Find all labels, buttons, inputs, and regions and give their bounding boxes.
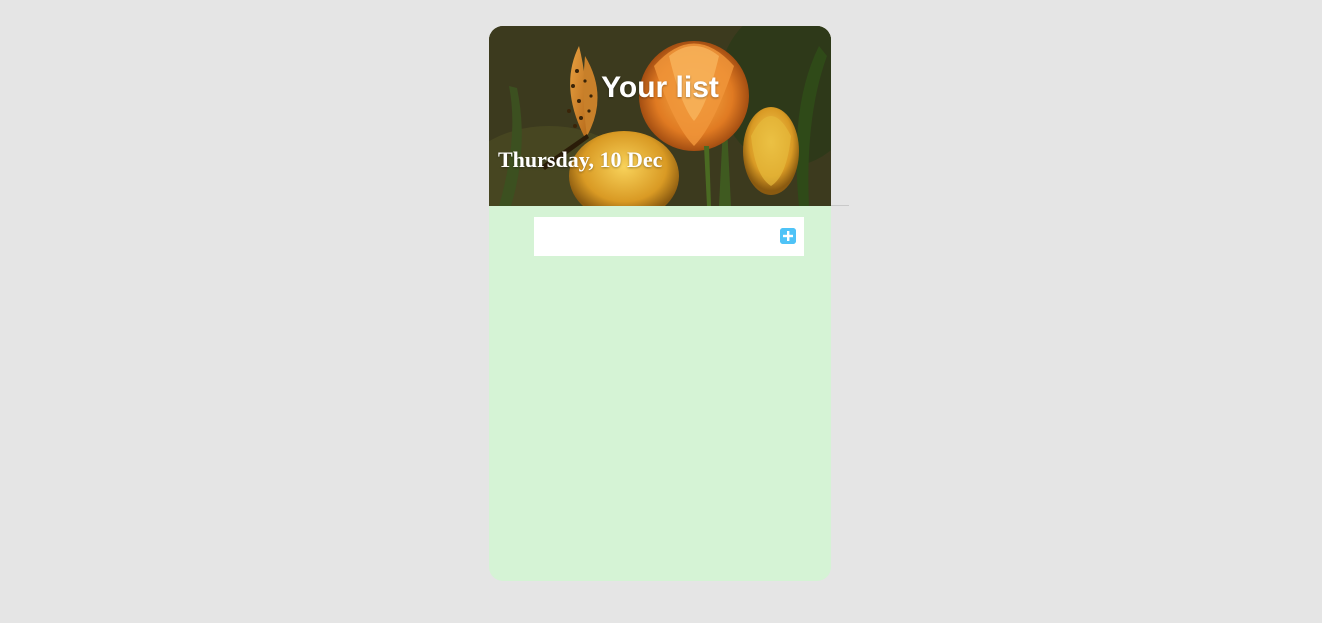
current-date: Thursday, 10 Dec [498, 147, 663, 172]
header-banner: Your list Thursday, 10 Dec [489, 26, 831, 206]
add-task-button[interactable] [780, 228, 796, 244]
butterfly-tulips-image [489, 26, 831, 206]
todo-app: Your list Thursday, 10 Dec [489, 26, 831, 581]
new-task-input[interactable] [534, 217, 770, 256]
add-task-row [534, 217, 804, 256]
page-title: Your list [601, 71, 719, 104]
plus-square-icon [780, 228, 796, 244]
header-divider [831, 205, 849, 206]
